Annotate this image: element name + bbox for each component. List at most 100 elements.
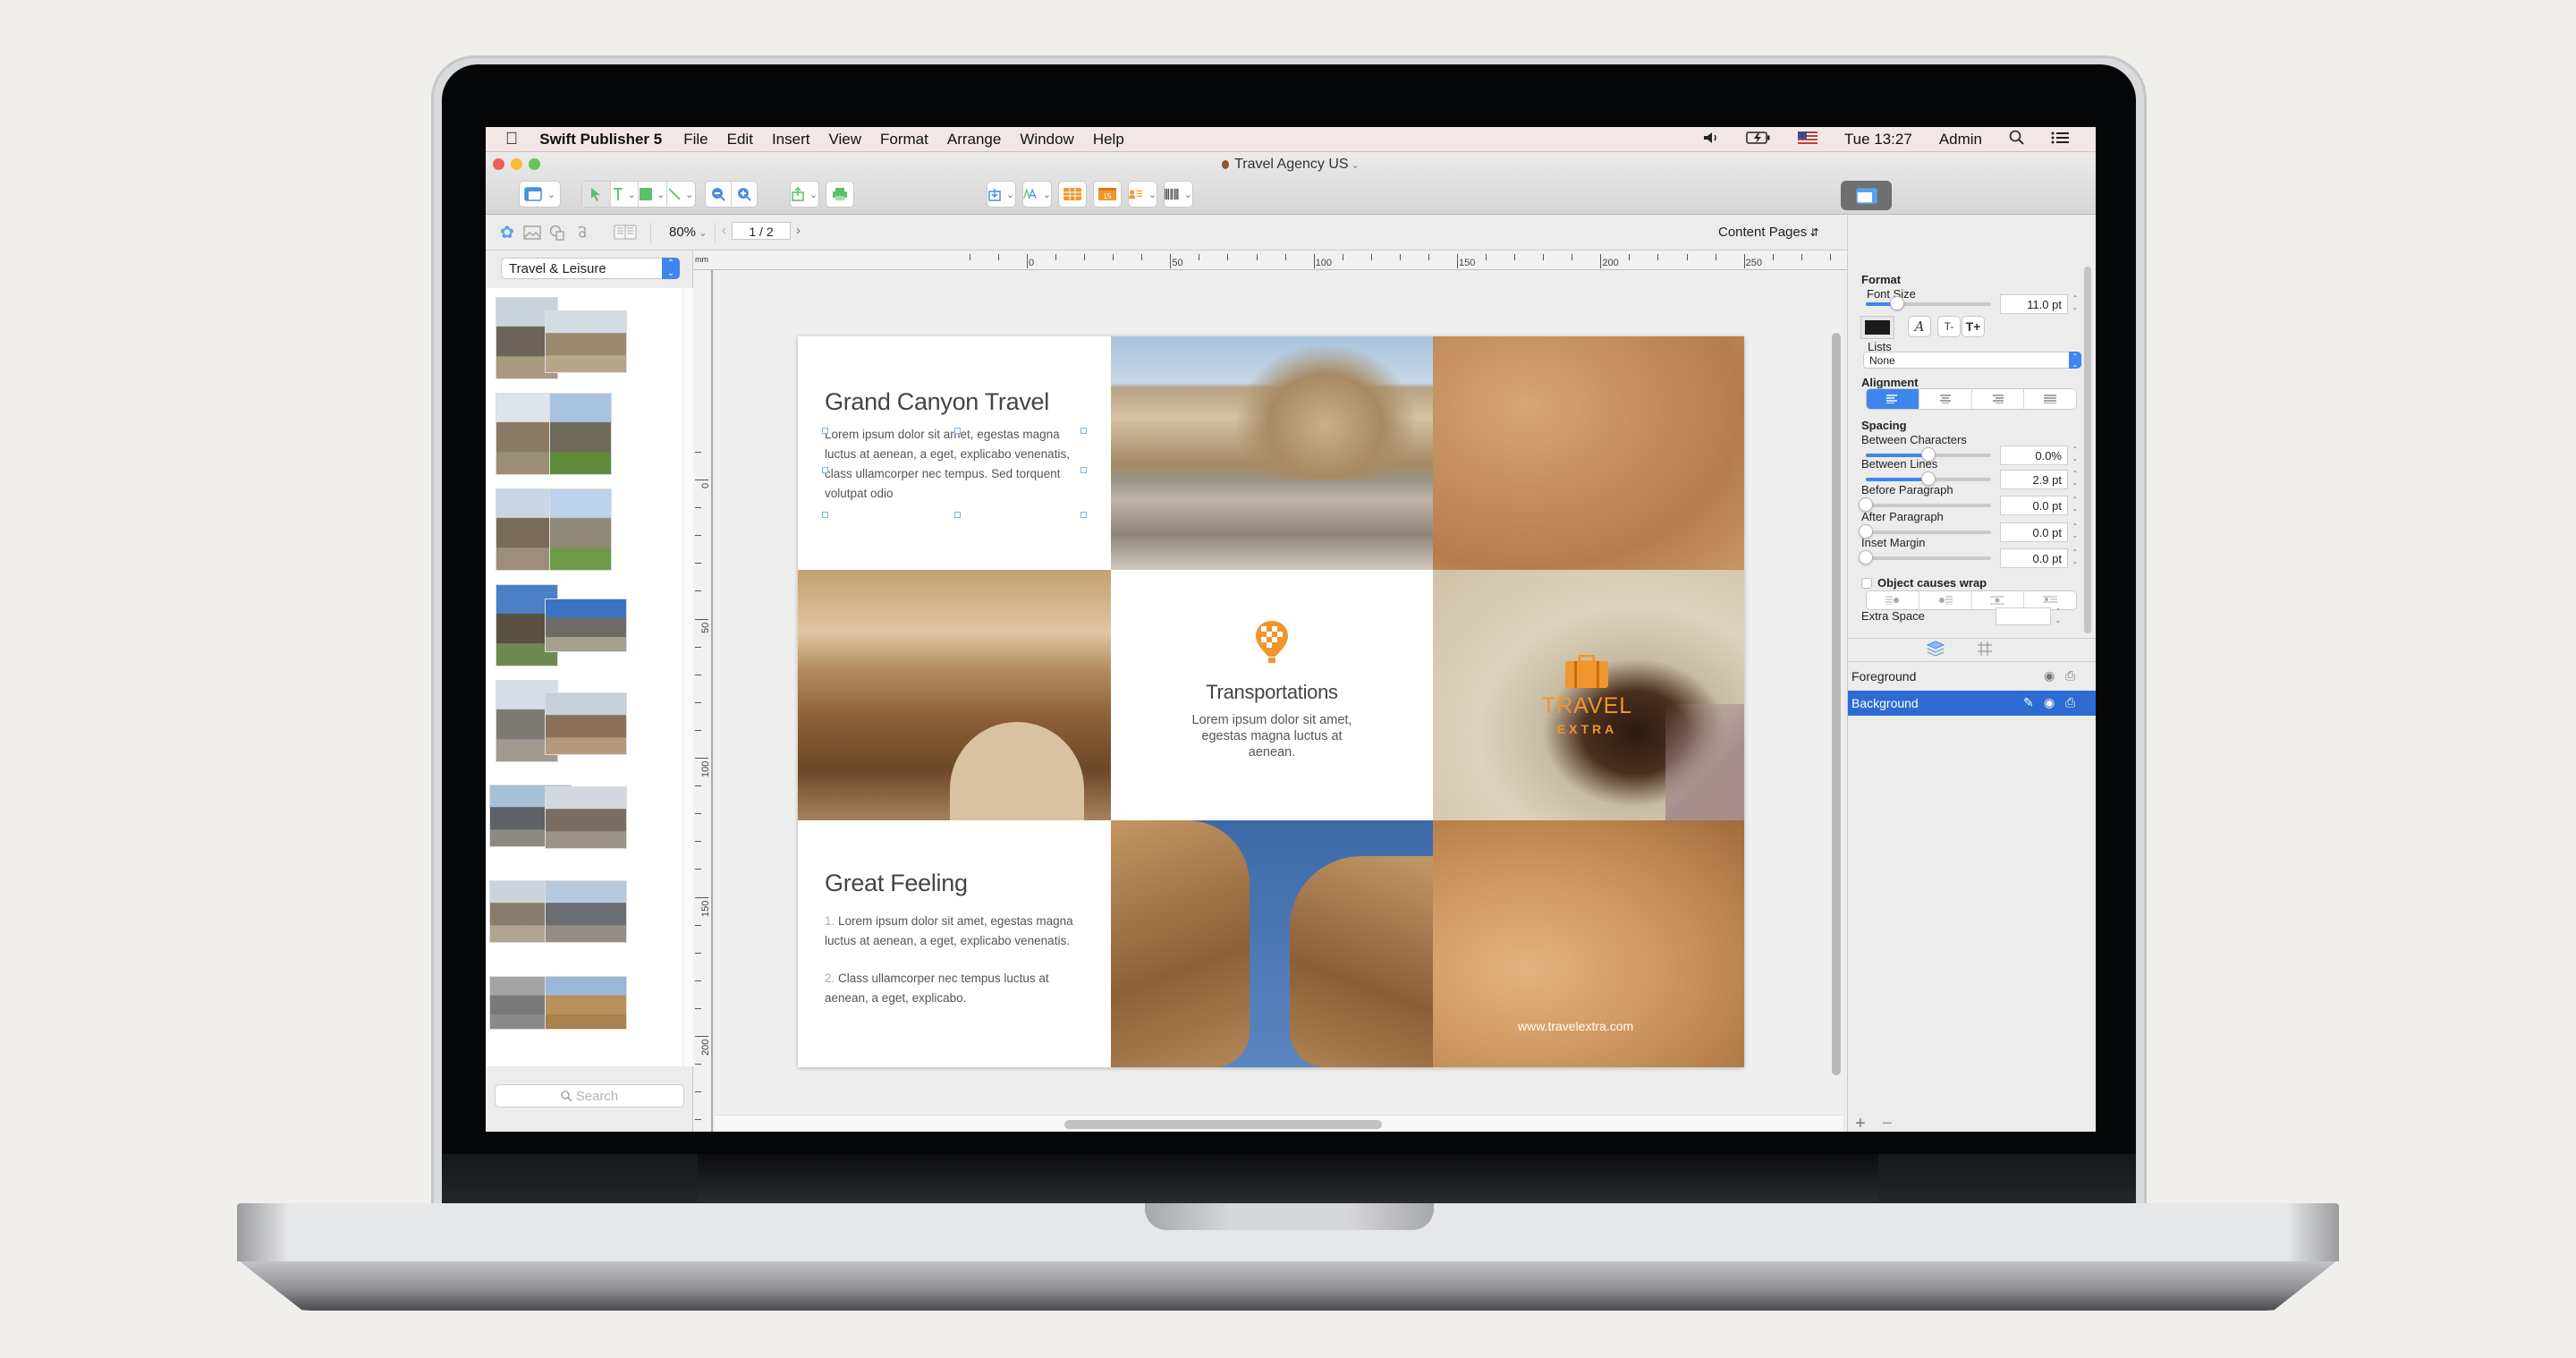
spacing-slider[interactable] bbox=[1859, 497, 1991, 512]
heading-great-feeling[interactable]: Great Feeling bbox=[825, 870, 968, 897]
menu-file[interactable]: File bbox=[683, 131, 708, 149]
spacing-value-field[interactable]: 0.0 pt bbox=[2000, 548, 2068, 568]
text-block-transportations[interactable]: Transportations Lorem ipsum dolor sit am… bbox=[1111, 570, 1433, 820]
vertical-scrollbar[interactable] bbox=[1832, 333, 1841, 1075]
add-layer-button[interactable]: + bbox=[1855, 1114, 1866, 1132]
text-block-grand-canyon[interactable]: Grand Canyon Travel Lorem ipsum dolor si… bbox=[798, 336, 1111, 570]
spotlight-search-icon[interactable] bbox=[2009, 130, 2024, 149]
printer-icon[interactable]: ⎙ bbox=[2065, 668, 2075, 683]
spacing-stepper[interactable]: ⌃ ⌄ bbox=[2071, 470, 2080, 489]
selection-handle[interactable] bbox=[822, 512, 828, 518]
layer-row-foreground[interactable]: Foreground ◉ ⎙ bbox=[1848, 664, 2096, 689]
spacing-stepper[interactable]: ⌃ ⌄ bbox=[2071, 548, 2080, 568]
pencil-icon[interactable]: ✎ bbox=[2023, 695, 2034, 710]
menu-help[interactable]: Help bbox=[1093, 131, 1124, 149]
shape-tool-button[interactable]: ⌄ bbox=[639, 182, 667, 207]
spacing-slider[interactable] bbox=[1859, 550, 1991, 564]
wrap-left-button[interactable] bbox=[1867, 591, 1919, 609]
library-thumbnail[interactable] bbox=[545, 598, 627, 652]
zoom-out-button[interactable] bbox=[706, 182, 732, 207]
selection-handle[interactable] bbox=[954, 428, 961, 434]
menu-arrange[interactable]: Arrange bbox=[947, 131, 1001, 149]
library-search-input[interactable]: Search bbox=[495, 1084, 684, 1108]
photo-balanced-rocks[interactable] bbox=[1111, 820, 1433, 1067]
horizontal-scrollbar[interactable] bbox=[1064, 1120, 1382, 1129]
insert-calendar-button[interactable]: 15 bbox=[1093, 181, 1122, 208]
selection-handle[interactable] bbox=[1080, 467, 1087, 473]
spacing-value-field[interactable]: 0.0% bbox=[2000, 446, 2068, 465]
heading-grand-canyon[interactable]: Grand Canyon Travel bbox=[825, 388, 1049, 416]
font-size-field[interactable]: 11.0 pt bbox=[2000, 294, 2068, 314]
inspector-toggle-button[interactable] bbox=[1841, 181, 1892, 210]
wrap-right-button[interactable] bbox=[1919, 591, 1972, 609]
battery-icon[interactable] bbox=[1746, 131, 1771, 149]
selection-handle[interactable] bbox=[1080, 512, 1087, 518]
list-item-2[interactable]: 2. Class ullamcorper nec tempus luctus a… bbox=[825, 969, 1093, 1008]
zoom-level-dropdown[interactable]: 80% ⌄ bbox=[669, 225, 707, 240]
text-tool-button[interactable]: ⌄ bbox=[611, 182, 639, 207]
facing-pages-icon[interactable] bbox=[611, 222, 640, 243]
page-number-field[interactable]: 1 / 2 bbox=[732, 222, 791, 240]
heading-transportations[interactable]: Transportations bbox=[1111, 681, 1433, 704]
spacing-slider[interactable] bbox=[1859, 524, 1991, 539]
user-name[interactable]: Admin bbox=[1939, 131, 1982, 149]
library-thumbnail[interactable] bbox=[545, 692, 627, 755]
view-mode-button[interactable]: ⌄ bbox=[519, 181, 561, 208]
horizontal-ruler[interactable]: 050100150200250300 bbox=[693, 250, 1905, 270]
document-page[interactable]: Grand Canyon Travel Lorem ipsum dolor si… bbox=[798, 336, 1744, 1067]
text-styles-button[interactable]: ⌄ bbox=[1022, 181, 1052, 208]
photo-canyon-river[interactable] bbox=[1111, 336, 1433, 570]
spacing-value-field[interactable]: 0.0 pt bbox=[2000, 496, 2068, 515]
mail-merge-button[interactable]: ⌄ bbox=[1128, 181, 1157, 208]
volume-icon[interactable] bbox=[1703, 131, 1719, 149]
vertical-ruler[interactable]: 0 50 100 150 200 bbox=[693, 270, 713, 1132]
text-block-great-feeling[interactable]: Great Feeling 1. Lorem ipsum dolor sit a… bbox=[798, 820, 1111, 1067]
eye-icon[interactable]: ◉ bbox=[2044, 668, 2055, 683]
eye-icon[interactable]: ◉ bbox=[2044, 695, 2055, 710]
menu-format[interactable]: Format bbox=[880, 131, 928, 149]
object-wrap-checkbox[interactable] bbox=[1861, 578, 1872, 589]
selection-handle[interactable] bbox=[1080, 428, 1087, 434]
insert-table-button[interactable] bbox=[1058, 181, 1087, 208]
image-library-tab-icon[interactable] bbox=[521, 222, 543, 243]
lists-select[interactable]: None ⌃ ⌄ bbox=[1863, 352, 2081, 369]
increase-font-size-button[interactable]: T+ bbox=[1962, 316, 1985, 337]
spacing-stepper[interactable]: ⌃ ⌄ bbox=[2071, 496, 2080, 515]
photo-sandstone-top[interactable] bbox=[1433, 336, 1744, 570]
extra-space-stepper[interactable]: ⌃ ⌄ bbox=[2054, 607, 2063, 625]
wrap-through-button[interactable] bbox=[2024, 591, 2076, 609]
text-library-tab-icon[interactable] bbox=[572, 222, 593, 243]
previous-page-button[interactable]: ‹ bbox=[722, 223, 726, 238]
shapes-library-tab-icon[interactable] bbox=[547, 222, 568, 243]
category-select[interactable]: Travel & Leisure ⌃ ⌄ bbox=[501, 258, 680, 279]
library-thumbnail[interactable] bbox=[549, 393, 612, 475]
text-body-grand-canyon[interactable]: Lorem ipsum dolor sit amet, egestas magn… bbox=[825, 425, 1089, 504]
library-thumbnail[interactable] bbox=[545, 786, 627, 849]
remove-layer-button[interactable]: − bbox=[1882, 1114, 1893, 1132]
text-color-well[interactable] bbox=[1860, 316, 1894, 339]
extra-space-field[interactable] bbox=[1996, 607, 2051, 625]
inspector-scrollbar[interactable] bbox=[2084, 267, 2091, 633]
page-set-dropdown[interactable]: Content Pages ⇵ bbox=[1718, 225, 1819, 240]
wrap-top-bottom-button[interactable] bbox=[1972, 591, 2025, 609]
menu-insert[interactable]: Insert bbox=[772, 131, 810, 149]
align-left-button[interactable] bbox=[1867, 389, 1919, 409]
library-thumbnail[interactable] bbox=[549, 488, 612, 571]
layers-tab-icon[interactable] bbox=[1926, 641, 1945, 661]
line-tool-button[interactable]: ⌄ bbox=[667, 182, 695, 207]
clock[interactable]: Tue 13:27 bbox=[1844, 131, 1912, 149]
select-tool-button[interactable] bbox=[582, 182, 611, 207]
text-body-transportations[interactable]: Lorem ipsum dolor sit amet, egestas magn… bbox=[1178, 712, 1366, 760]
printer-icon[interactable]: ⎙ bbox=[2065, 695, 2075, 710]
align-center-button[interactable] bbox=[1919, 389, 1972, 409]
library-thumbnail[interactable] bbox=[545, 310, 627, 373]
font-style-button[interactable]: A bbox=[1908, 316, 1931, 337]
font-size-slider[interactable] bbox=[1866, 296, 1991, 310]
photo-sandstone-bottom[interactable]: www.travelextra.com bbox=[1433, 820, 1744, 1067]
spacing-value-field[interactable]: 2.9 pt bbox=[2000, 470, 2068, 489]
selection-handle[interactable] bbox=[954, 512, 961, 518]
flag-icon[interactable] bbox=[1797, 131, 1818, 149]
share-button[interactable]: ⌄ bbox=[790, 181, 819, 208]
photo-cave-logo[interactable]: TRAVEL EXTRA bbox=[1433, 570, 1744, 820]
apple-menu-icon[interactable]:  bbox=[505, 130, 518, 149]
